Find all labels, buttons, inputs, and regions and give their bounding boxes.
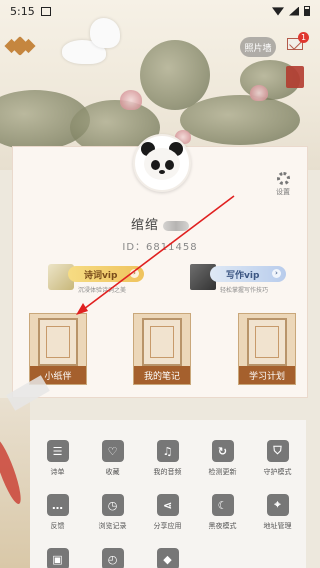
timer-icon: ◴ — [101, 548, 124, 568]
panda-eye — [165, 160, 174, 170]
lotus-flower — [250, 85, 268, 101]
notification-icon — [40, 6, 51, 16]
panda-face — [144, 148, 180, 180]
writing-vip-card[interactable]: 写作vip › 轻松掌握写作技巧 — [190, 264, 286, 294]
plum-blossom-icon — [38, 318, 78, 366]
lotus-leaf — [180, 95, 300, 145]
chevron-right-icon: › — [272, 269, 281, 278]
menu-row: ▣ ◴ ◆ — [30, 548, 306, 568]
writing-vip-title: 写作vip — [226, 270, 260, 281]
photo-wall-button[interactable]: 照片墙 — [240, 37, 276, 57]
panda-nose — [159, 170, 165, 174]
writing-vip-pill: 写作vip › — [210, 266, 286, 282]
logo-icon — [10, 36, 30, 56]
menu-label: 浏览记录 — [98, 522, 127, 530]
menu-item-history[interactable]: ◷ 浏览记录 — [85, 494, 140, 531]
menu-label: 地址管理 — [263, 522, 292, 530]
diamond-icon: ◆ — [156, 548, 179, 568]
menu-panel: ☰ 诗单 ♡ 收藏 ♫ 我的音频 ↻ 检测更新 ⛉ 守护模式 … 反馈 ◷ 浏览… — [30, 420, 306, 568]
notebook-icon — [142, 318, 182, 366]
username-text: 绾绾 — [130, 218, 159, 233]
seal-stamp-icon — [286, 66, 304, 88]
settings-label: 设置 — [276, 188, 290, 196]
menu-label: 诗单 — [50, 468, 65, 476]
share-icon: ⋖ — [156, 494, 179, 516]
status-bar: 5:15 — [0, 0, 320, 22]
signal-icon — [289, 6, 299, 16]
feature-my-notes[interactable]: 我的笔记 — [133, 313, 191, 385]
app-logo-button[interactable] — [8, 34, 32, 58]
user-id: ID：6811458 — [122, 242, 198, 253]
menu-item-my-audio[interactable]: ♫ 我的音频 — [140, 440, 195, 477]
poetry-vip-title: 诗词vip — [84, 270, 118, 281]
menu-row: … 反馈 ◷ 浏览记录 ⋖ 分享应用 ☾ 黑夜模式 ⌖ 地址管理 — [30, 494, 306, 531]
location-icon: ⌖ — [266, 494, 289, 516]
menu-item-timer[interactable]: ◴ — [85, 548, 140, 568]
poetry-vip-subtitle: 沉浸体验诗词之美 — [78, 287, 127, 294]
panda-eye — [151, 160, 160, 170]
feature-study-plan[interactable]: 学习计划 — [238, 313, 296, 385]
menu-item-dark-mode[interactable]: ☾ 黑夜模式 — [195, 494, 250, 531]
menu-item-address[interactable]: ⌖ 地址管理 — [250, 494, 305, 531]
menu-row: ☰ 诗单 ♡ 收藏 ♫ 我的音频 ↻ 检测更新 ⛉ 守护模式 — [30, 440, 306, 477]
chevron-right-icon: › — [130, 269, 139, 278]
poetry-vip-card[interactable]: 诗词vip › 沉浸体验诗词之美 — [48, 264, 144, 294]
menu-item-check-update[interactable]: ↻ 检测更新 — [195, 440, 250, 477]
menu-item-shidan[interactable]: ☰ 诗单 — [30, 440, 85, 477]
list-icon: ☰ — [46, 440, 69, 462]
feature-xiaozhiban[interactable]: 小纸伴 — [29, 313, 87, 385]
username-decoration — [163, 220, 189, 231]
feature-label: 学习计划 — [239, 366, 295, 384]
lotus-leaf — [140, 40, 210, 110]
menu-item-share[interactable]: ⋖ 分享应用 — [140, 494, 195, 531]
music-icon: ♫ — [156, 440, 179, 462]
menu-item-favorites[interactable]: ♡ 收藏 — [85, 440, 140, 477]
mailbox-button[interactable]: 1 — [285, 32, 309, 56]
menu-label: 分享应用 — [153, 522, 182, 530]
egret-bird — [90, 18, 120, 48]
feature-label: 我的笔记 — [134, 366, 190, 384]
menu-item-diamond[interactable]: ◆ — [140, 548, 195, 568]
menu-item-guardian-mode[interactable]: ⛉ 守护模式 — [250, 440, 305, 477]
menu-label: 收藏 — [105, 468, 120, 476]
avatar[interactable] — [133, 134, 191, 192]
settings-button[interactable]: 设置 — [270, 172, 296, 202]
lotus-flower — [120, 90, 142, 110]
menu-label: 反馈 — [50, 522, 65, 530]
menu-item-gift[interactable]: ▣ — [30, 548, 85, 568]
writing-vip-subtitle: 轻松掌握写作技巧 — [220, 287, 269, 294]
hand-holding-flower-icon — [247, 318, 287, 366]
menu-label: 黑夜模式 — [208, 522, 237, 530]
history-icon: ◷ — [101, 494, 124, 516]
menu-label: 守护模式 — [263, 468, 292, 476]
menu-label: 检测更新 — [208, 468, 237, 476]
heart-icon: ♡ — [101, 440, 124, 462]
chat-icon: … — [46, 494, 69, 516]
wifi-icon — [272, 7, 284, 16]
notification-badge: 1 — [298, 32, 309, 43]
poetry-vip-pill: 诗词vip › — [68, 266, 144, 282]
menu-item-feedback[interactable]: … 反馈 — [30, 494, 85, 531]
username: 绾绾 — [0, 214, 320, 233]
moon-icon: ☾ — [211, 494, 234, 516]
refresh-icon: ↻ — [211, 440, 234, 462]
battery-icon — [304, 6, 310, 16]
gift-icon: ▣ — [46, 548, 69, 568]
menu-label: 我的音频 — [153, 468, 182, 476]
shield-icon: ⛉ — [266, 440, 289, 462]
status-time: 5:15 — [10, 4, 35, 18]
gear-icon — [276, 172, 290, 185]
